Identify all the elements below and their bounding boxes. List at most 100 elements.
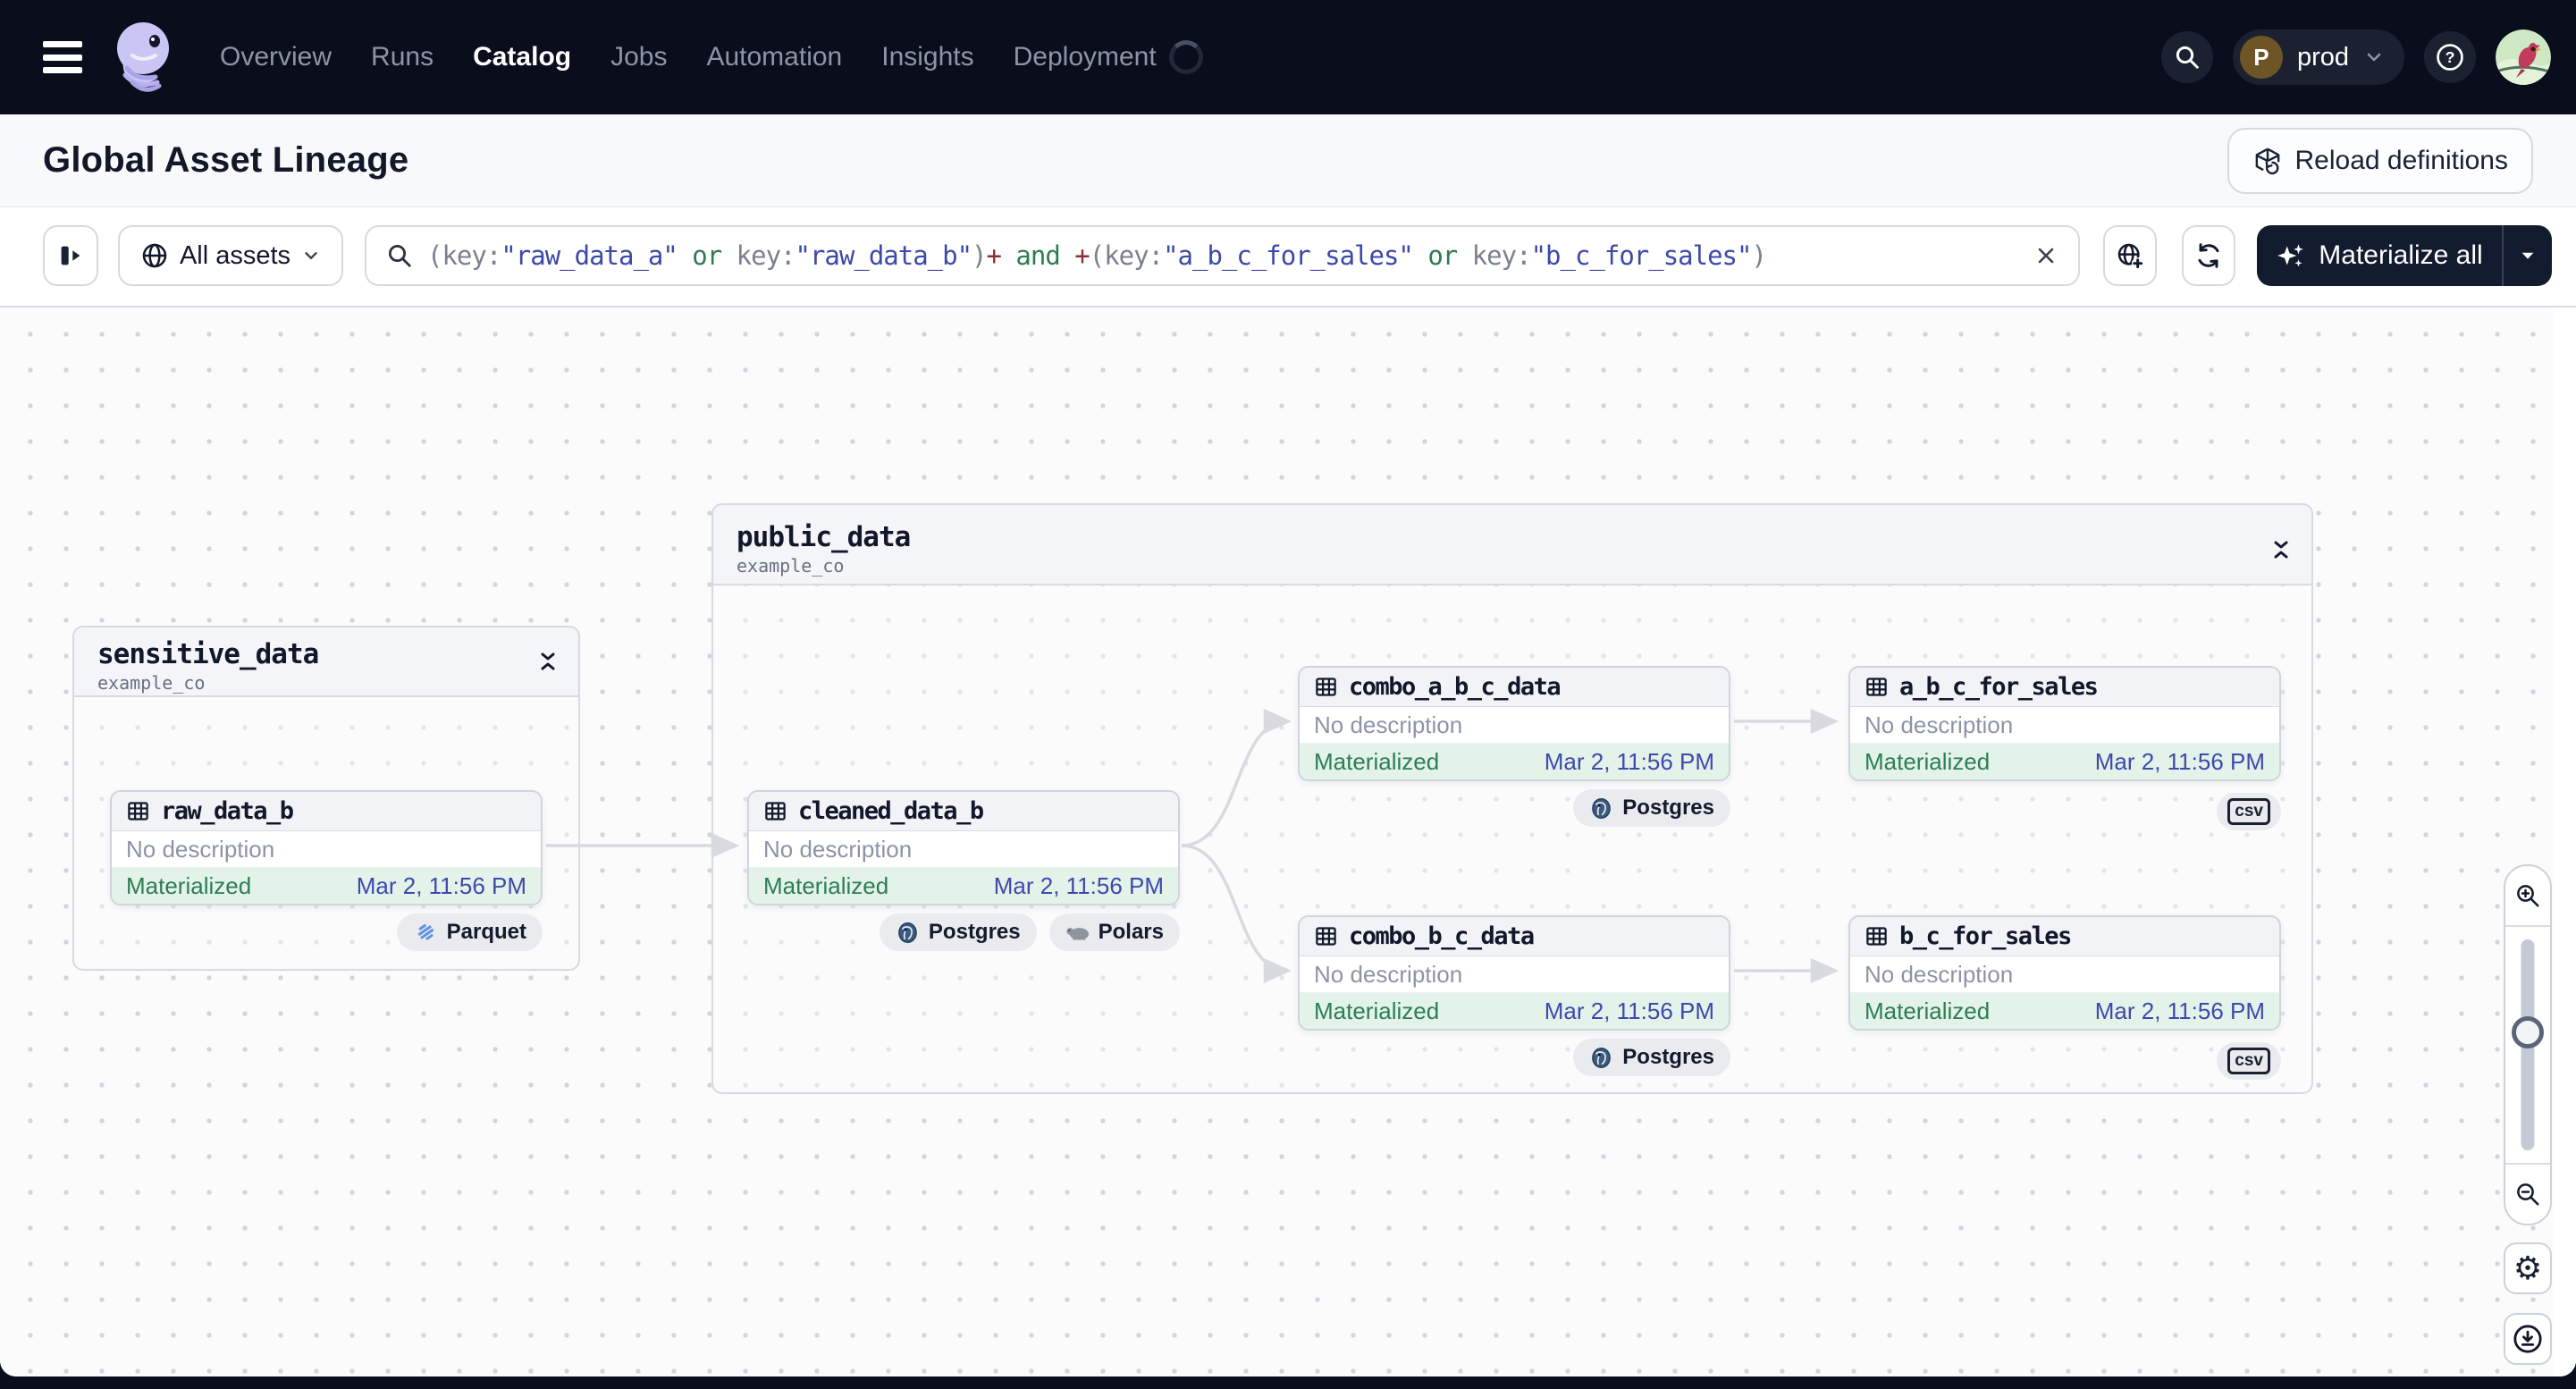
collapse-group-button[interactable]	[2270, 537, 2292, 562]
kind-tag-label: Polars	[1098, 920, 1164, 944]
globe-plus-icon	[2117, 243, 2144, 270]
workspace-name: prod	[2296, 42, 2349, 72]
nav-right: P prod ?	[2160, 29, 2551, 85]
group-header[interactable]: sensitive_data example_co	[74, 627, 578, 697]
asset-node-header[interactable]: combo_b_c_data	[1300, 917, 1729, 956]
asset-node-combo-a-b-c-data[interactable]: combo_a_b_c_data No description Material…	[1298, 666, 1730, 781]
zoom-in-icon	[2517, 885, 2539, 907]
refresh-button[interactable]	[2182, 225, 2235, 286]
csv-icon: csv	[2227, 1048, 2270, 1074]
asset-scope-dropdown[interactable]: All assets	[118, 225, 343, 286]
search-query[interactable]: (key:"raw_data_a" or key:"raw_data_b")+ …	[427, 240, 2019, 271]
kind-tag-label: Postgres	[928, 920, 1021, 944]
help-button[interactable]: ?	[2424, 31, 2476, 83]
materialize-all-label: Materialize all	[2319, 240, 2483, 270]
asset-scope-label: All assets	[179, 240, 291, 270]
asset-node-header[interactable]: b_c_for_sales	[1850, 917, 2279, 956]
download-graph-button[interactable]	[2504, 1313, 2552, 1365]
nav-item-deployment[interactable]: Deployment	[1014, 42, 1157, 72]
materialization-timestamp: Mar 2, 11:56 PM	[2094, 997, 2265, 1024]
kind-tag-csv[interactable]: csv	[2217, 1042, 2281, 1080]
graph-settings-button[interactable]: ⚙	[2504, 1242, 2552, 1294]
workspace-avatar: P	[2239, 36, 2283, 79]
svg-text:?: ?	[2446, 48, 2455, 66]
asset-description: No description	[749, 831, 1178, 868]
zoom-out-button[interactable]	[2505, 1163, 2550, 1224]
lineage-toolbar: All assets (key:"raw_data_a" or key:"raw…	[0, 207, 2576, 307]
open-sidebar-button[interactable]	[43, 225, 98, 286]
nav-item-jobs[interactable]: Jobs	[610, 42, 667, 72]
asset-node-header[interactable]: combo_a_b_c_data	[1300, 668, 1729, 707]
asset-node-combo-b-c-data[interactable]: combo_b_c_data No description Materializ…	[1298, 915, 1730, 1031]
dagster-logo-icon[interactable]	[105, 16, 181, 98]
asset-description: No description	[112, 831, 541, 868]
reload-definitions-button[interactable]: Reload definitions	[2227, 127, 2533, 194]
kind-tag-postgres[interactable]: Postgres	[879, 913, 1037, 951]
clear-search-button[interactable]	[2033, 243, 2058, 268]
zoom-slider-handle[interactable]	[2512, 1016, 2544, 1049]
asset-node-raw-data-b[interactable]: raw_data_b No description Materialized M…	[110, 790, 543, 905]
kind-tag-csv[interactable]: csv	[2217, 793, 2281, 830]
menu-icon[interactable]	[43, 41, 82, 73]
postgres-icon	[1592, 1047, 1612, 1068]
workspace-switcher[interactable]: P prod	[2232, 29, 2404, 85]
table-icon	[1316, 927, 1336, 946]
sparkles-icon	[2277, 244, 2304, 267]
asset-search-input[interactable]: (key:"raw_data_a" or key:"raw_data_b")+ …	[365, 225, 2080, 286]
cardinal-avatar-icon	[2496, 29, 2551, 85]
kind-tags: csv	[1848, 1042, 2281, 1080]
table-icon	[1866, 927, 1887, 946]
asset-status-row: Materialized Mar 2, 11:56 PM	[1850, 993, 2279, 1029]
nav-item-insights[interactable]: Insights	[881, 42, 973, 72]
zoom-in-button[interactable]	[2505, 866, 2550, 927]
table-icon	[128, 802, 148, 821]
nav-item-overview[interactable]: Overview	[220, 42, 332, 72]
asset-node-header[interactable]: raw_data_b	[112, 792, 541, 831]
globe-icon	[142, 243, 167, 268]
include-external-assets-button[interactable]	[2103, 225, 2157, 286]
csv-icon: csv	[2227, 798, 2270, 825]
asset-node-b-c-for-sales[interactable]: b_c_for_sales No description Materialize…	[1848, 915, 2281, 1031]
asset-status-row: Materialized Mar 2, 11:56 PM	[1850, 744, 2279, 779]
kind-tag-polars[interactable]: Polars	[1048, 913, 1180, 951]
nav-item-catalog[interactable]: Catalog	[473, 42, 571, 72]
asset-node-header[interactable]: cleaned_data_b	[749, 792, 1178, 831]
search-icon	[2176, 46, 2199, 69]
zoom-controls	[2504, 864, 2552, 1225]
kind-tag-postgres[interactable]: Postgres	[1573, 789, 1730, 827]
asset-status-row: Materialized Mar 2, 11:56 PM	[1300, 993, 1729, 1029]
materialize-options-button[interactable]	[2504, 225, 2552, 286]
app-window: Overview Runs Catalog Jobs Automation In…	[0, 0, 2576, 1389]
user-avatar[interactable]	[2496, 29, 2551, 85]
kind-tag-label: Postgres	[1622, 796, 1714, 820]
panel-toggle-icon	[61, 246, 80, 265]
materialization-timestamp: Mar 2, 11:56 PM	[1544, 997, 1714, 1024]
right-gutter	[2553, 307, 2576, 1376]
primary-nav: Overview Runs Catalog Jobs Automation In…	[220, 42, 1157, 72]
asset-name: b_c_for_sales	[1899, 922, 2072, 950]
gear-icon: ⚙	[2513, 1250, 2543, 1286]
materialize-all-button[interactable]: Materialize all	[2257, 225, 2502, 286]
nav-item-automation[interactable]: Automation	[706, 42, 842, 72]
group-header[interactable]: public_data example_co	[713, 505, 2311, 585]
search-icon	[389, 245, 411, 267]
polars-icon	[1066, 928, 1089, 940]
kind-tag-postgres[interactable]: Postgres	[1573, 1039, 1730, 1076]
search-button[interactable]	[2160, 31, 2213, 83]
close-icon	[2038, 248, 2054, 264]
collapse-group-button[interactable]	[537, 649, 559, 674]
asset-node-cleaned-data-b[interactable]: cleaned_data_b No description Materializ…	[747, 790, 1180, 905]
asset-description: No description	[1850, 956, 2279, 993]
page-title: Global Asset Lineage	[43, 140, 409, 180]
asset-node-header[interactable]: a_b_c_for_sales	[1850, 668, 2279, 707]
lineage-graph-canvas[interactable]: sensitive_data example_co public_data ex…	[0, 307, 2576, 1376]
collapse-icon	[541, 652, 555, 670]
postgres-icon	[1592, 797, 1612, 819]
kind-tag-parquet[interactable]: Parquet	[396, 913, 543, 951]
nav-item-runs[interactable]: Runs	[371, 42, 434, 72]
asset-node-a-b-c-for-sales[interactable]: a_b_c_for_sales No description Materiali…	[1848, 666, 2281, 781]
materialize-all-split-button: Materialize all	[2257, 225, 2552, 286]
materialization-timestamp: Mar 2, 11:56 PM	[2094, 747, 2265, 775]
status-badge: Materialized	[1314, 747, 1440, 775]
asset-description: No description	[1850, 707, 2279, 744]
